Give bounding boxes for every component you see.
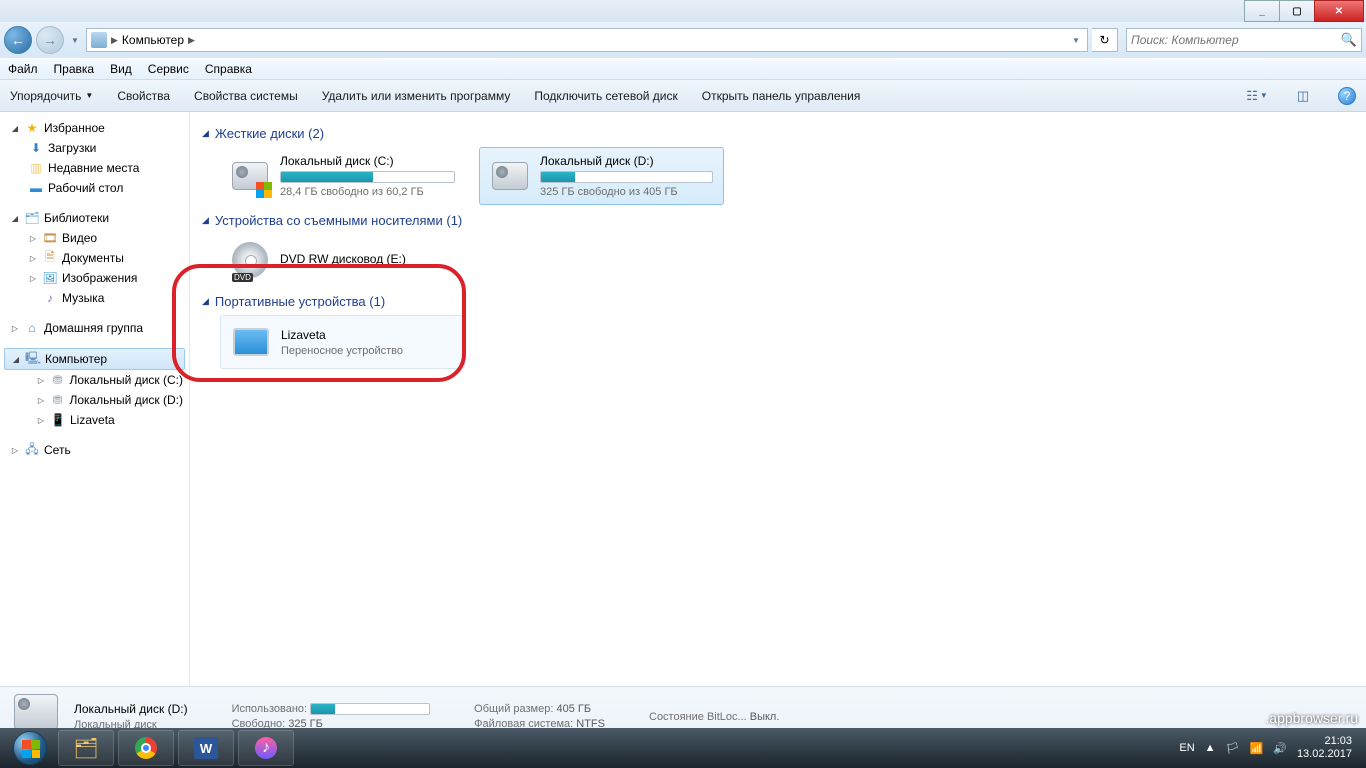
sidebar-music[interactable]: ♪Музыка — [0, 288, 189, 308]
watermark-text: .appbrowser.ru — [1265, 710, 1358, 726]
menu-edit[interactable]: Правка — [54, 62, 95, 76]
address-bar-row: ← → ▼ ▶ Компьютер ▶ ▼ ↻ 🔍 — [0, 22, 1366, 58]
drive-d-info: 325 ГБ свободно из 405 ГБ — [540, 186, 713, 198]
map-drive-button[interactable]: Подключить сетевой диск — [534, 89, 677, 103]
sidebar-libraries[interactable]: ◢🗂Библиотеки — [0, 208, 189, 228]
help-button[interactable]: ? — [1338, 87, 1356, 105]
details-usage-bar — [310, 703, 430, 715]
group-removable[interactable]: ◢Устройства со съемными носителями (1) — [202, 213, 1354, 228]
taskbar-itunes[interactable]: ♪ — [238, 730, 294, 766]
portable-device-tile[interactable]: Lizaveta Переносное устройство — [220, 315, 465, 369]
window-titlebar: _ ▢ ✕ — [0, 0, 1366, 22]
tray-date[interactable]: 13.02.2017 — [1297, 748, 1352, 761]
menu-file[interactable]: Файл — [8, 62, 38, 76]
drive-d-usage-bar — [540, 171, 713, 183]
menu-help[interactable]: Справка — [205, 62, 252, 76]
breadcrumb-separator-icon: ▶ — [111, 35, 118, 46]
portable-device-sub: Переносное устройство — [281, 345, 454, 357]
tray-volume-icon[interactable]: 🔊 — [1273, 742, 1287, 755]
sidebar-video[interactable]: ▷🎞Видео — [0, 228, 189, 248]
details-bitlocker-key: Состояние BitLoc... — [649, 711, 747, 723]
details-bitlocker-value: Выкл. — [750, 711, 780, 723]
drive-d-tile[interactable]: Локальный диск (D:) 325 ГБ свободно из 4… — [479, 147, 724, 205]
tray-network-icon[interactable]: 📶 — [1250, 742, 1264, 755]
group-hard-drives[interactable]: ◢Жесткие диски (2) — [202, 126, 1354, 141]
taskbar-word[interactable]: W — [178, 730, 234, 766]
taskbar-explorer[interactable]: 🗂 — [58, 730, 114, 766]
details-total-key: Общий размер: — [474, 703, 553, 715]
nav-history-dropdown[interactable]: ▼ — [68, 36, 82, 45]
nav-forward-button[interactable]: → — [36, 26, 64, 54]
tray-show-hidden-icon[interactable]: ▲ — [1205, 742, 1216, 754]
sidebar-images[interactable]: ▷🖼Изображения — [0, 268, 189, 288]
breadcrumb-separator-icon[interactable]: ▶ — [188, 35, 195, 46]
tray-language[interactable]: EN — [1179, 742, 1194, 754]
details-total-value: 405 ГБ — [556, 703, 591, 715]
hard-drive-icon — [230, 156, 270, 196]
sidebar-network[interactable]: ▷🖧Сеть — [0, 440, 189, 460]
sidebar-downloads[interactable]: ⬇Загрузки — [0, 138, 189, 158]
hard-drive-icon — [490, 156, 530, 196]
view-options-button[interactable]: ☷▼ — [1246, 85, 1268, 107]
details-title: Локальный диск (D:) — [74, 702, 188, 716]
content-pane: ◢Жесткие диски (2) Локальный диск (C:) 2… — [190, 112, 1366, 686]
start-button[interactable] — [6, 730, 54, 766]
portable-device-icon — [231, 322, 271, 362]
minimize-button[interactable]: _ — [1244, 0, 1280, 22]
navigation-pane: ◢★Избранное ⬇Загрузки ▥Недавние места ▬Р… — [0, 112, 190, 686]
computer-icon — [91, 32, 107, 48]
sidebar-drive-d[interactable]: ▷⛃Локальный диск (D:) — [0, 390, 189, 410]
group-portable[interactable]: ◢Портативные устройства (1) — [202, 294, 1354, 309]
tray-time[interactable]: 21:03 — [1297, 735, 1352, 748]
portable-device-label: Lizaveta — [281, 328, 454, 342]
control-panel-button[interactable]: Открыть панель управления — [702, 89, 861, 103]
breadcrumb-dropdown[interactable]: ▼ — [1069, 36, 1083, 45]
preview-pane-button[interactable]: ◫ — [1292, 85, 1314, 107]
uninstall-button[interactable]: Удалить или изменить программу — [322, 89, 511, 103]
search-box[interactable]: 🔍 — [1126, 28, 1362, 52]
drive-c-tile[interactable]: Локальный диск (C:) 28,4 ГБ свободно из … — [220, 147, 465, 205]
breadcrumb-bar[interactable]: ▶ Компьютер ▶ ▼ — [86, 28, 1088, 52]
maximize-button[interactable]: ▢ — [1279, 0, 1315, 22]
organize-button[interactable]: Упорядочить▼ — [10, 89, 93, 103]
dvd-drive-icon: DVD — [230, 240, 270, 280]
sidebar-homegroup[interactable]: ▷⌂Домашняя группа — [0, 318, 189, 338]
dvd-drive-label: DVD RW дисковод (E:) — [280, 252, 455, 266]
taskbar-chrome[interactable] — [118, 730, 174, 766]
close-button[interactable]: ✕ — [1314, 0, 1364, 22]
system-properties-button[interactable]: Свойства системы — [194, 89, 298, 103]
search-input[interactable] — [1131, 33, 1341, 47]
search-icon[interactable]: 🔍 — [1341, 32, 1357, 48]
dvd-drive-tile[interactable]: DVD DVD RW дисковод (E:) — [220, 234, 465, 286]
details-used-key: Использовано: — [232, 703, 308, 715]
breadcrumb-location[interactable]: Компьютер — [122, 33, 184, 47]
properties-button[interactable]: Свойства — [117, 89, 170, 103]
drive-c-label: Локальный диск (C:) — [280, 154, 455, 168]
sidebar-lizaveta[interactable]: ▷📱Lizaveta — [0, 410, 189, 430]
menu-service[interactable]: Сервис — [148, 62, 189, 76]
sidebar-computer[interactable]: ◢🖳Компьютер — [4, 348, 185, 370]
sidebar-recent[interactable]: ▥Недавние места — [0, 158, 189, 178]
menu-view[interactable]: Вид — [110, 62, 132, 76]
system-tray[interactable]: EN ▲ 🏳 📶 🔊 21:03 13.02.2017 — [1179, 735, 1360, 761]
sidebar-favorites[interactable]: ◢★Избранное — [0, 118, 189, 138]
sidebar-drive-c[interactable]: ▷⛃Локальный диск (C:) — [0, 370, 189, 390]
menu-bar: Файл Правка Вид Сервис Справка — [0, 58, 1366, 80]
command-bar: Упорядочить▼ Свойства Свойства системы У… — [0, 80, 1366, 112]
drive-d-label: Локальный диск (D:) — [540, 154, 713, 168]
taskbar: 🗂 W ♪ EN ▲ 🏳 📶 🔊 21:03 13.02.2017 — [0, 728, 1366, 768]
drive-c-info: 28,4 ГБ свободно из 60,2 ГБ — [280, 186, 455, 198]
refresh-button[interactable]: ↻ — [1092, 28, 1118, 52]
sidebar-documents[interactable]: ▷🗎Документы — [0, 248, 189, 268]
nav-back-button[interactable]: ← — [4, 26, 32, 54]
drive-c-usage-bar — [280, 171, 455, 183]
tray-flag-icon[interactable]: 🏳 — [1226, 742, 1240, 755]
sidebar-desktop[interactable]: ▬Рабочий стол — [0, 178, 189, 198]
